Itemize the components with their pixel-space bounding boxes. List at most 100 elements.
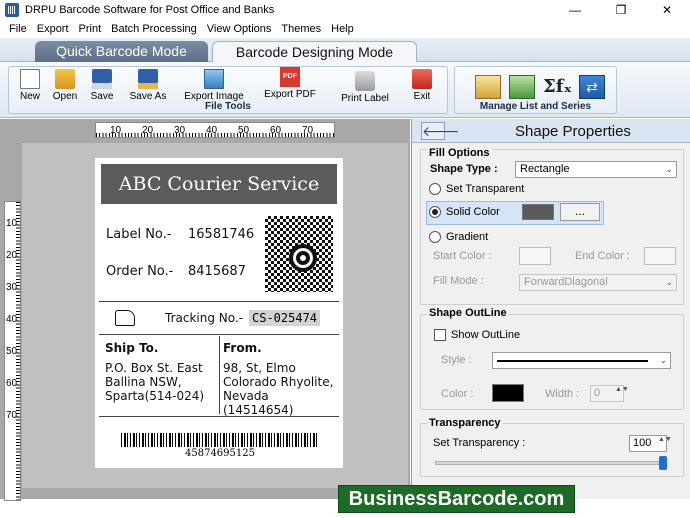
new-button[interactable]: New <box>17 69 43 102</box>
pdf-icon: PDF <box>280 67 300 87</box>
manage-data-icon[interactable] <box>509 75 535 99</box>
fill-options-heading: Fill Options <box>427 147 492 159</box>
width-stepper[interactable]: 0 ▲▼ <box>590 385 629 402</box>
linear-barcode[interactable] <box>121 433 319 447</box>
horizontal-ruler: 10 20 30 40 50 60 70 <box>95 122 335 138</box>
ruler-tick: 20 <box>6 250 18 261</box>
shape-type-dropdown[interactable]: Rectangle ⌄ <box>515 161 677 178</box>
back-arrow-icon[interactable]: 🡐 <box>421 122 460 140</box>
from-caption[interactable]: From. <box>223 341 262 355</box>
ruler-tick: 60 <box>6 378 18 389</box>
transparency-stepper[interactable]: 100 ▲▼ <box>629 435 672 452</box>
set-transparent-label[interactable]: Set Transparent <box>446 183 524 195</box>
close-icon[interactable]: ✕ <box>644 0 690 20</box>
qr-code-image[interactable] <box>265 216 333 292</box>
divider-line <box>99 416 339 417</box>
tab-quick-barcode-mode[interactable]: Quick Barcode Mode <box>35 41 208 62</box>
label-header-shape[interactable]: ABC Courier Service <box>101 164 337 204</box>
from-line[interactable]: 98, St, Elmo <box>223 361 296 375</box>
show-outline-label[interactable]: Show OutLine <box>451 329 520 341</box>
ship-to-line[interactable]: Ballina NSW, <box>105 375 182 389</box>
menu-file[interactable]: File <box>4 23 32 35</box>
menu-view-options[interactable]: View Options <box>202 23 277 35</box>
transparency-slider-track[interactable] <box>435 461 667 465</box>
save-button[interactable]: Save <box>87 69 117 102</box>
end-color-swatch[interactable] <box>644 247 676 265</box>
start-color-swatch[interactable] <box>519 247 551 265</box>
print-label-button[interactable]: Print Label <box>335 71 395 104</box>
menu-themes[interactable]: Themes <box>276 23 326 35</box>
label-no-caption[interactable]: Label No.- <box>106 227 171 242</box>
label-no-value[interactable]: 16581746 <box>188 227 254 242</box>
series-swap-icon[interactable]: ⇄ <box>579 75 605 99</box>
gradient-radio[interactable] <box>429 231 441 243</box>
manage-list-series-label: Manage List and Series <box>479 101 592 112</box>
solid-color-swatch[interactable] <box>522 204 554 220</box>
shape-outline-heading: Shape OutLine <box>427 307 509 319</box>
menu-batch-processing[interactable]: Batch Processing <box>106 23 202 35</box>
divider-line-vertical <box>219 336 220 414</box>
from-line[interactable]: Colorado Rhyolite, <box>223 375 333 389</box>
ship-to-line[interactable]: P.O. Box St. East <box>105 361 203 375</box>
order-no-caption[interactable]: Order No.- <box>106 264 173 279</box>
new-document-icon <box>20 69 40 89</box>
barcode-number: 45874695125 <box>185 448 255 459</box>
fill-mode-dropdown[interactable]: ForwardDiagonal ⌄ <box>519 274 677 291</box>
ruler-tick: 70 <box>302 125 314 136</box>
mailbox-icon[interactable] <box>115 310 135 326</box>
menu-export[interactable]: Export <box>32 23 74 35</box>
mode-tabs: Quick Barcode Mode Barcode Designing Mod… <box>0 38 690 62</box>
ruler-tick: 40 <box>6 314 18 325</box>
menu-help[interactable]: Help <box>326 23 359 35</box>
barcode-label[interactable]: ABC Courier Service Label No.- 16581746 … <box>95 158 343 468</box>
outline-color-swatch[interactable] <box>492 384 524 402</box>
ruler-tick: 30 <box>6 282 18 293</box>
tracking-value[interactable]: CS-025474 <box>249 310 321 326</box>
menu-print[interactable]: Print <box>74 23 107 35</box>
printer-icon <box>355 71 375 91</box>
outline-style-dropdown[interactable]: ⌄ <box>492 352 671 369</box>
save-as-button[interactable]: Save As <box>123 69 173 102</box>
ship-to-caption[interactable]: Ship To. <box>105 341 158 355</box>
manage-list-icon[interactable] <box>475 75 501 99</box>
gradient-label[interactable]: Gradient <box>446 231 488 243</box>
fill-mode-value: ForwardDiagonal <box>524 276 608 288</box>
toolbar: New Open Save Save As Export Image PDF E… <box>0 62 690 118</box>
order-no-value[interactable]: 8415687 <box>188 264 246 279</box>
export-image-button[interactable]: Export Image <box>179 69 249 102</box>
solid-color-radio[interactable] <box>429 206 441 218</box>
ruler-tick: 50 <box>6 346 18 357</box>
fill-mode-label: Fill Mode : <box>433 275 484 287</box>
transparency-heading: Transparency <box>427 417 503 429</box>
ship-to-line[interactable]: Sparta(514-024) <box>105 389 204 403</box>
minimize-icon[interactable]: — <box>552 0 598 20</box>
app-barcode-icon <box>5 3 19 17</box>
transparency-slider-thumb[interactable] <box>659 456 667 470</box>
exit-button[interactable]: Exit <box>407 69 437 102</box>
title-bar: DRPU Barcode Software for Post Office an… <box>0 0 690 20</box>
export-image-icon <box>204 69 224 89</box>
solid-color-label[interactable]: Solid Color <box>446 206 500 218</box>
chevron-down-icon: ⌄ <box>665 277 673 287</box>
ruler-tick: 20 <box>142 125 154 136</box>
brand-banner: BusinessBarcode.com <box>338 485 575 513</box>
save-icon <box>92 69 112 89</box>
from-line[interactable]: (14514654) <box>223 403 293 417</box>
formula-sigma-icon[interactable]: Σfₓ <box>543 75 572 99</box>
export-pdf-button-label: Export PDF <box>264 89 316 100</box>
color-browse-button[interactable]: ... <box>560 203 600 221</box>
show-outline-checkbox[interactable] <box>434 329 446 341</box>
restore-icon[interactable]: ❐ <box>598 0 644 20</box>
window-title: DRPU Barcode Software for Post Office an… <box>25 4 275 16</box>
tracking-caption[interactable]: Tracking No.- <box>165 311 243 325</box>
menu-bar: File Export Print Batch Processing View … <box>0 20 690 38</box>
line-style-preview <box>497 360 648 362</box>
shape-properties-panel: 🡐 Shape Properties Fill Options Shape Ty… <box>411 119 690 499</box>
export-pdf-button[interactable]: PDF Export PDF <box>257 67 323 100</box>
from-line[interactable]: Nevada <box>223 389 269 403</box>
tab-barcode-designing-mode[interactable]: Barcode Designing Mode <box>212 41 417 62</box>
set-transparent-radio[interactable] <box>429 183 441 195</box>
outline-color-label: Color : <box>441 388 474 400</box>
width-value: 0 <box>594 387 601 399</box>
open-button[interactable]: Open <box>49 69 81 102</box>
